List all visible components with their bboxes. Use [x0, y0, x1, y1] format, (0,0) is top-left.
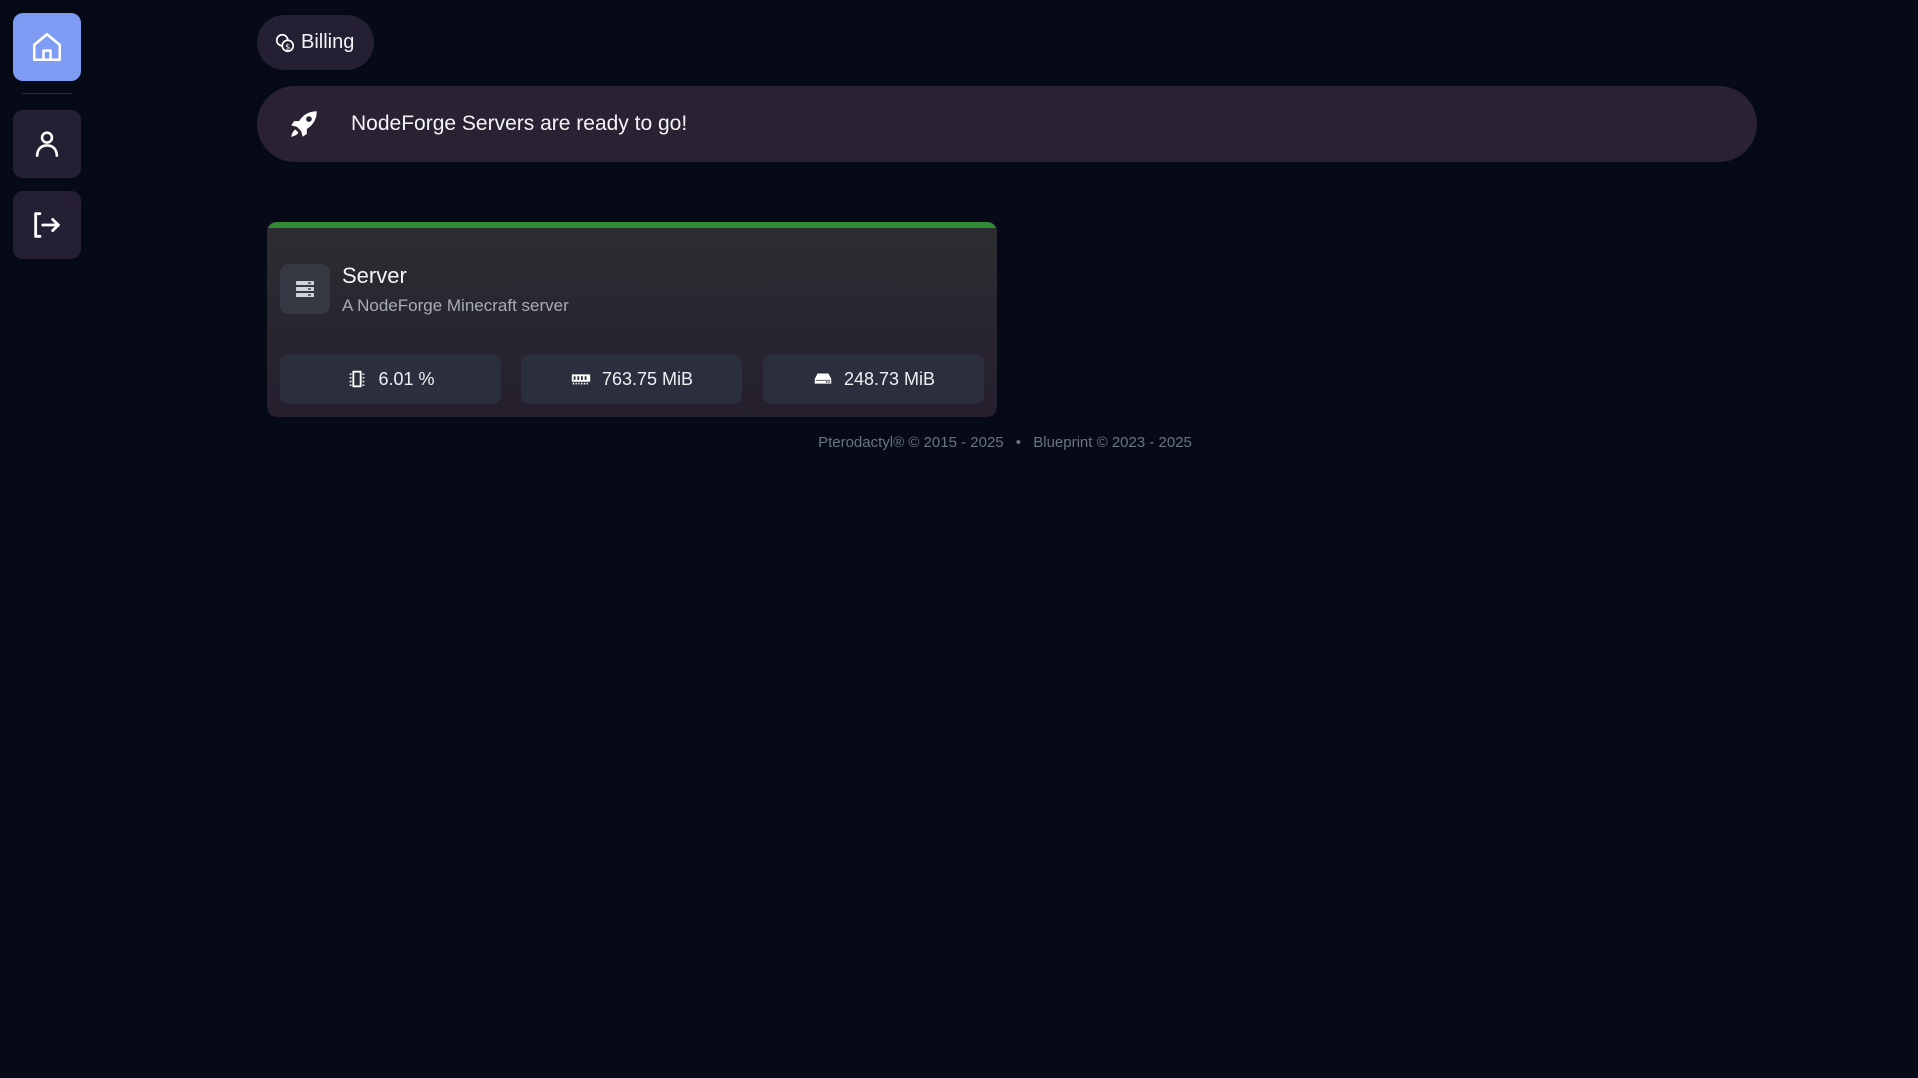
user-icon [35, 131, 59, 157]
server-card[interactable]: Server A NodeForge Minecraft server 6.01… [267, 222, 997, 417]
memory-value: 763.75 MiB [601, 368, 694, 389]
cpu-value: 6.01 % [378, 368, 435, 389]
billing-label: Billing [301, 31, 355, 53]
logout-icon [34, 212, 60, 238]
footer: Pterodactyl® © 2015 - 2025 • Blueprint ©… [0, 434, 1918, 451]
cpu-icon [350, 370, 365, 388]
sidebar-item-account[interactable] [13, 110, 81, 178]
memory-stat: 763.75 MiB [521, 354, 742, 404]
banner-text: NodeForge Servers are ready to go! [351, 112, 688, 135]
server-description: A NodeForge Minecraft server [342, 296, 569, 315]
sidebar-item-home[interactable] [13, 13, 81, 81]
server-icon [296, 281, 314, 297]
disk-value: 248.73 MiB [843, 368, 936, 389]
home-icon [32, 32, 62, 62]
rocket-icon [291, 111, 317, 137]
footer-pterodactyl: Pterodactyl® © 2015 - 2025 [818, 434, 1004, 451]
sidebar-divider [22, 93, 72, 94]
server-name: Server [342, 263, 407, 288]
footer-blueprint: Blueprint © 2023 - 2025 [1033, 434, 1192, 451]
sidebar [0, 0, 94, 1078]
announcement-banner: NodeForge Servers are ready to go! [257, 86, 1757, 162]
disk-stat: 248.73 MiB [763, 354, 984, 404]
cpu-stat: 6.01 % [280, 354, 501, 404]
svg-text:$: $ [285, 41, 290, 51]
memory-icon [571, 374, 591, 385]
sidebar-item-logout[interactable] [13, 191, 81, 259]
server-status-bar [267, 222, 997, 228]
server-icon-box [280, 264, 330, 314]
disk-icon [814, 373, 832, 384]
footer-separator: • [1015, 434, 1022, 451]
billing-button[interactable]: $ Billing [257, 15, 374, 70]
coins-icon: $ [275, 33, 295, 52]
